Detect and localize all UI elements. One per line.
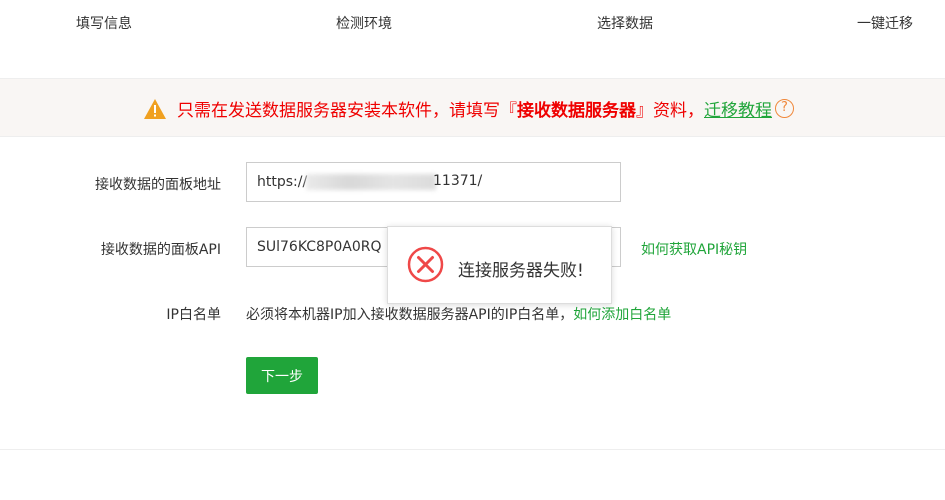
notice-text-before: 只需在发送数据服务器安装本软件，请填写『 xyxy=(177,101,517,121)
step-migrate: 一键迁移 xyxy=(857,16,913,32)
error-toast: 连接服务器失败! xyxy=(387,226,612,304)
redacted-address xyxy=(306,174,436,190)
step-fill-info: 填写信息 xyxy=(76,16,132,32)
add-whitelist-link[interactable]: 如何添加白名单 xyxy=(573,307,671,323)
panel-url-prefix: https:// xyxy=(257,174,308,190)
panel-url-label: 接收数据的面板地址 xyxy=(95,177,221,193)
error-circle-icon xyxy=(407,246,444,283)
toast-message: 连接服务器失败! xyxy=(458,261,584,281)
panel-api-value: SUl76KC8P0A0RQ xyxy=(257,239,382,255)
next-step-button[interactable]: 下一步 xyxy=(246,357,318,394)
api-key-help-link[interactable]: 如何获取API秘钥 xyxy=(641,239,747,259)
notice-banner: 只需在发送数据服务器安装本软件，请填写『 接收数据服务器 』资料， 迁移教程 ? xyxy=(0,78,945,137)
ip-whitelist-hint: 必须将本机器IP加入接收数据服务器API的IP白名单，如何添加白名单 xyxy=(246,304,671,324)
panel-api-label: 接收数据的面板API xyxy=(100,242,221,258)
notice-strong-text: 接收数据服务器 xyxy=(517,101,636,121)
help-icon[interactable]: ? xyxy=(775,99,794,118)
step-bar: 填写信息 检测环境 选择数据 一键迁移 xyxy=(0,0,945,78)
step-select-data: 选择数据 xyxy=(597,16,653,32)
panel-url-suffix: 11371/ xyxy=(433,173,483,189)
notice-text-after: 』资料， xyxy=(636,101,704,121)
ip-whitelist-label: IP白名单 xyxy=(166,307,221,323)
warning-icon xyxy=(143,98,167,120)
ip-whitelist-text: 必须将本机器IP加入接收数据服务器API的IP白名单， xyxy=(246,307,574,323)
step-check-env: 检测环境 xyxy=(336,16,392,32)
divider xyxy=(0,449,945,450)
migration-tutorial-link[interactable]: 迁移教程 xyxy=(704,96,772,121)
notice-content: 只需在发送数据服务器安装本软件，请填写『 接收数据服务器 』资料， 迁移教程 ? xyxy=(143,96,794,121)
